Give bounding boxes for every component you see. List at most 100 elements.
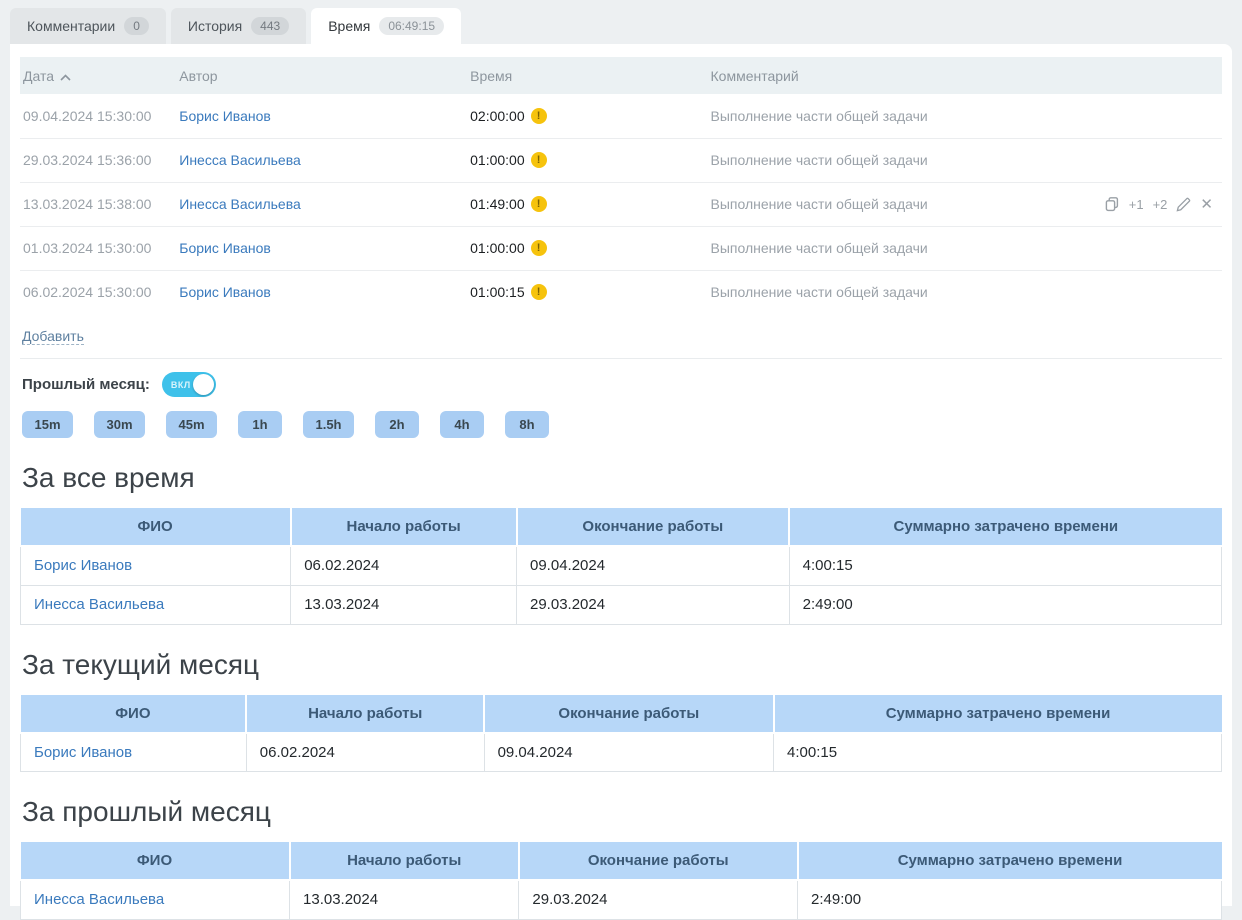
entry-time: 01:49:00 [470,196,525,212]
entry-comment: Выполнение части общей задачи [711,152,928,168]
tab[interactable]: Время 06:49:15 [311,8,461,44]
entry-author-link[interactable]: Инесса Васильева [179,196,301,212]
entry-time: 01:00:00 [470,240,525,256]
summary-total: 4:00:15 [774,733,1222,772]
tab-label: Комментарии [27,18,115,34]
entry-author-link[interactable]: Борис Иванов [179,240,271,256]
entry-author-link[interactable]: Борис Иванов [179,108,271,124]
table-row: 09.04.2024 15:30:00 Борис Иванов 02:00:0… [20,94,1222,138]
entry-author-link[interactable]: Инесса Васильева [179,152,301,168]
summary-end: 29.03.2024 [519,880,798,919]
plus-two-button[interactable]: +2 [1153,197,1168,212]
last-month-toggle[interactable]: ВКЛ [162,372,216,397]
toggle-knob [193,374,214,395]
column-header-date[interactable]: Дата [20,57,176,94]
summary-start: 13.03.2024 [291,585,517,624]
quick-duration-button[interactable]: 1.5h [303,411,354,438]
entry-comment: Выполнение части общей задачи [711,240,928,256]
summary-table: ФИОНачало работыОкончание работыСуммарно… [20,508,1222,625]
summary-total: 2:49:00 [798,880,1222,919]
divider [20,358,1222,359]
time-tab-panel: Дата Автор Время Комментарий 09.04.2024 … [10,44,1232,906]
summary-start: 06.02.2024 [246,733,484,772]
summary-start: 13.03.2024 [290,880,519,919]
entry-date: 09.04.2024 15:30:00 [20,94,176,138]
entry-comment: Выполнение части общей задачи [711,284,928,300]
quick-duration-button[interactable]: 2h [375,411,419,438]
toggle-on-label: ВКЛ [171,380,191,390]
close-icon[interactable]: ✕ [1200,197,1213,212]
summary-col-header: ФИО [21,842,290,880]
last-month-label: Прошлый месяц: [22,376,150,393]
quick-duration-button[interactable]: 4h [440,411,484,438]
warning-icon[interactable]: ! [531,240,547,256]
tab[interactable]: Комментарии 0 [10,8,166,44]
person-link[interactable]: Борис Иванов [34,557,132,574]
column-header-author: Автор [176,57,467,94]
tab[interactable]: История 443 [171,8,306,44]
quick-duration-button[interactable]: 15m [22,411,73,438]
quick-duration-button[interactable]: 1h [238,411,282,438]
warning-icon[interactable]: ! [531,152,547,168]
entry-time: 01:00:15 [470,284,525,300]
plus-one-button[interactable]: +1 [1129,197,1144,212]
section-title: За прошлый месяц [22,796,1220,828]
quick-duration-button[interactable]: 45m [166,411,217,438]
tab-badge: 0 [124,17,149,35]
person-link[interactable]: Инесса Васильева [34,891,164,908]
section-title: За текущий месяц [22,649,1220,681]
summary-col-header: Начало работы [290,842,519,880]
column-header-date-label: Дата [23,68,54,84]
sort-asc-icon [60,68,71,84]
pencil-icon[interactable] [1176,197,1191,212]
summary-col-header: Суммарно затрачено времени [774,695,1222,733]
entry-comment: Выполнение части общей задачи [711,108,928,124]
warning-icon[interactable]: ! [531,284,547,300]
time-entries-table: Дата Автор Время Комментарий 09.04.2024 … [20,57,1222,314]
summary-total: 2:49:00 [789,585,1221,624]
row-actions: +1 +2 ✕ [1104,196,1219,212]
summary-row: Инесса Васильева13.03.202429.03.20242:49… [21,585,1222,624]
summary-col-header: Начало работы [246,695,484,733]
summary-section: За прошлый месяц ФИОНачало работыОкончан… [20,796,1222,920]
person-link[interactable]: Борис Иванов [34,744,132,761]
entry-date: 06.02.2024 15:30:00 [20,270,176,314]
summary-col-header: Окончание работы [519,842,798,880]
quick-duration-button[interactable]: 8h [505,411,549,438]
summary-col-header: ФИО [21,695,247,733]
summary-section: За все время ФИОНачало работыОкончание р… [20,462,1222,625]
entries-header-row: Дата Автор Время Комментарий [20,57,1222,94]
person-link[interactable]: Инесса Васильева [34,596,164,613]
summary-total: 4:00:15 [789,546,1221,585]
summary-end: 09.04.2024 [517,546,790,585]
entry-author-link[interactable]: Борис Иванов [179,284,271,300]
table-row: 01.03.2024 15:30:00 Борис Иванов 01:00:0… [20,226,1222,270]
add-entry-link[interactable]: Добавить [22,328,84,345]
tab-label: История [188,18,242,34]
quick-duration-button[interactable]: 30m [94,411,145,438]
entry-comment: Выполнение части общей задачи [711,196,928,212]
warning-icon[interactable]: ! [531,196,547,212]
entry-time: 01:00:00 [470,152,525,168]
copy-icon[interactable] [1104,196,1120,212]
summary-col-header: Окончание работы [484,695,773,733]
summary-row: Борис Иванов 06.02.202409.04.20244:00:15 [21,733,1222,772]
warning-icon[interactable]: ! [531,108,547,124]
tab-bar: Комментарии 0 История 443 Время 06:49:15 [0,0,1242,44]
summary-col-header: Суммарно затрачено времени [789,508,1221,546]
summary-end: 09.04.2024 [484,733,773,772]
tab-badge: 06:49:15 [379,17,444,35]
summary-table: ФИОНачало работыОкончание работыСуммарно… [20,842,1222,920]
summary-start: 06.02.2024 [291,546,517,585]
entry-date: 29.03.2024 15:36:00 [20,138,176,182]
tab-label: Время [328,18,370,34]
summary-col-header: Окончание работы [517,508,790,546]
entry-time: 02:00:00 [470,108,525,124]
section-title: За все время [22,462,1220,494]
summary-col-header: Суммарно затрачено времени [798,842,1222,880]
summary-header-row: ФИОНачало работыОкончание работыСуммарно… [21,842,1222,880]
entry-date: 01.03.2024 15:30:00 [20,226,176,270]
summary-row: Инесса Васильева 13.03.202429.03.20242:49… [21,880,1222,919]
entry-date: 13.03.2024 15:38:00 [20,182,176,226]
summary-header-row: ФИОНачало работыОкончание работыСуммарно… [21,695,1222,733]
